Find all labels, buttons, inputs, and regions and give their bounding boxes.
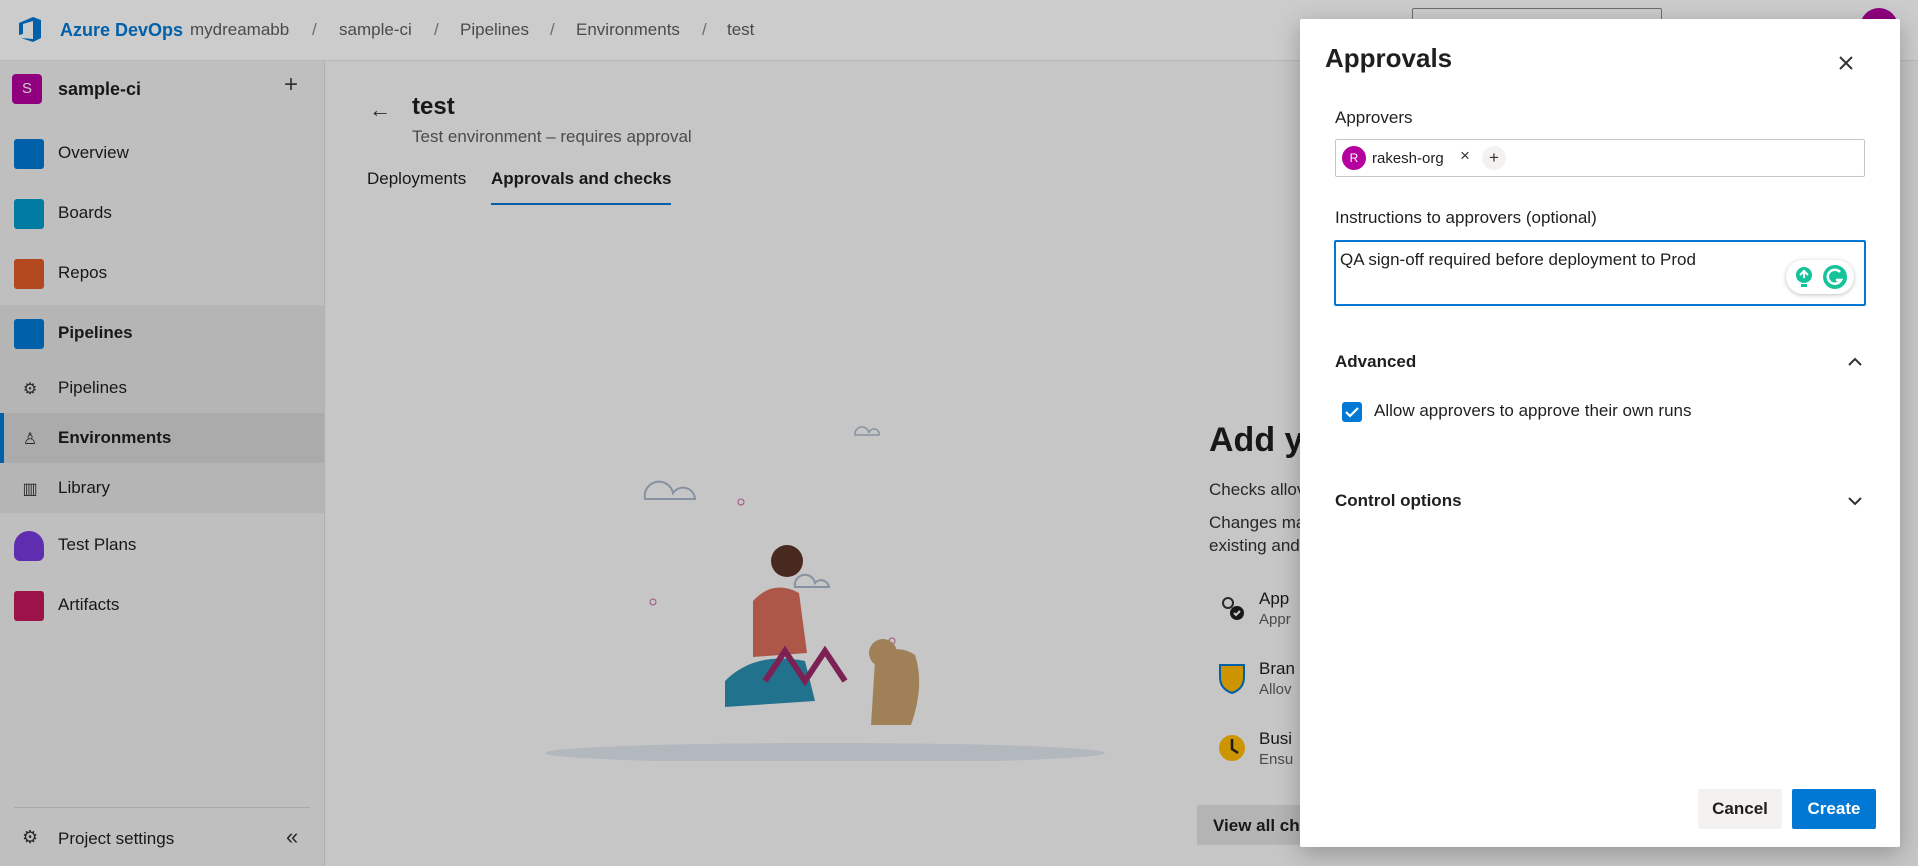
lightbulb-icon[interactable] <box>1792 265 1816 289</box>
approver-name: rakesh-org <box>1372 150 1444 167</box>
chevron-down-icon[interactable] <box>1846 492 1864 510</box>
approvals-dialog: Approvals Approvers R rakesh-org × + Ins… <box>1300 19 1900 847</box>
cancel-button[interactable]: Cancel <box>1698 789 1782 829</box>
create-button[interactable]: Create <box>1792 789 1876 829</box>
grammarly-widget[interactable] <box>1786 260 1854 294</box>
approvers-label: Approvers <box>1335 108 1413 127</box>
instructions-label: Instructions to approvers (optional) <box>1335 208 1597 227</box>
instructions-textarea[interactable]: QA sign-off required before deployment t… <box>1334 240 1866 306</box>
close-icon[interactable] <box>1832 49 1860 77</box>
checkmark-icon <box>1345 407 1359 418</box>
control-options-header[interactable]: Control options <box>1335 491 1462 511</box>
approvers-field[interactable]: R rakesh-org × + <box>1335 139 1865 177</box>
instructions-value: QA sign-off required before deployment t… <box>1340 250 1696 269</box>
remove-approver-icon[interactable]: × <box>1460 146 1470 166</box>
chevron-up-icon[interactable] <box>1846 353 1864 371</box>
advanced-section-header[interactable]: Advanced <box>1335 352 1416 372</box>
dialog-title: Approvals <box>1325 43 1453 73</box>
self-approve-label[interactable]: Allow approvers to approve their own run… <box>1374 401 1692 421</box>
approver-avatar: R <box>1342 146 1366 170</box>
add-approver-button[interactable]: + <box>1482 146 1506 170</box>
grammarly-icon[interactable] <box>1822 264 1848 290</box>
self-approve-checkbox[interactable] <box>1342 402 1362 422</box>
